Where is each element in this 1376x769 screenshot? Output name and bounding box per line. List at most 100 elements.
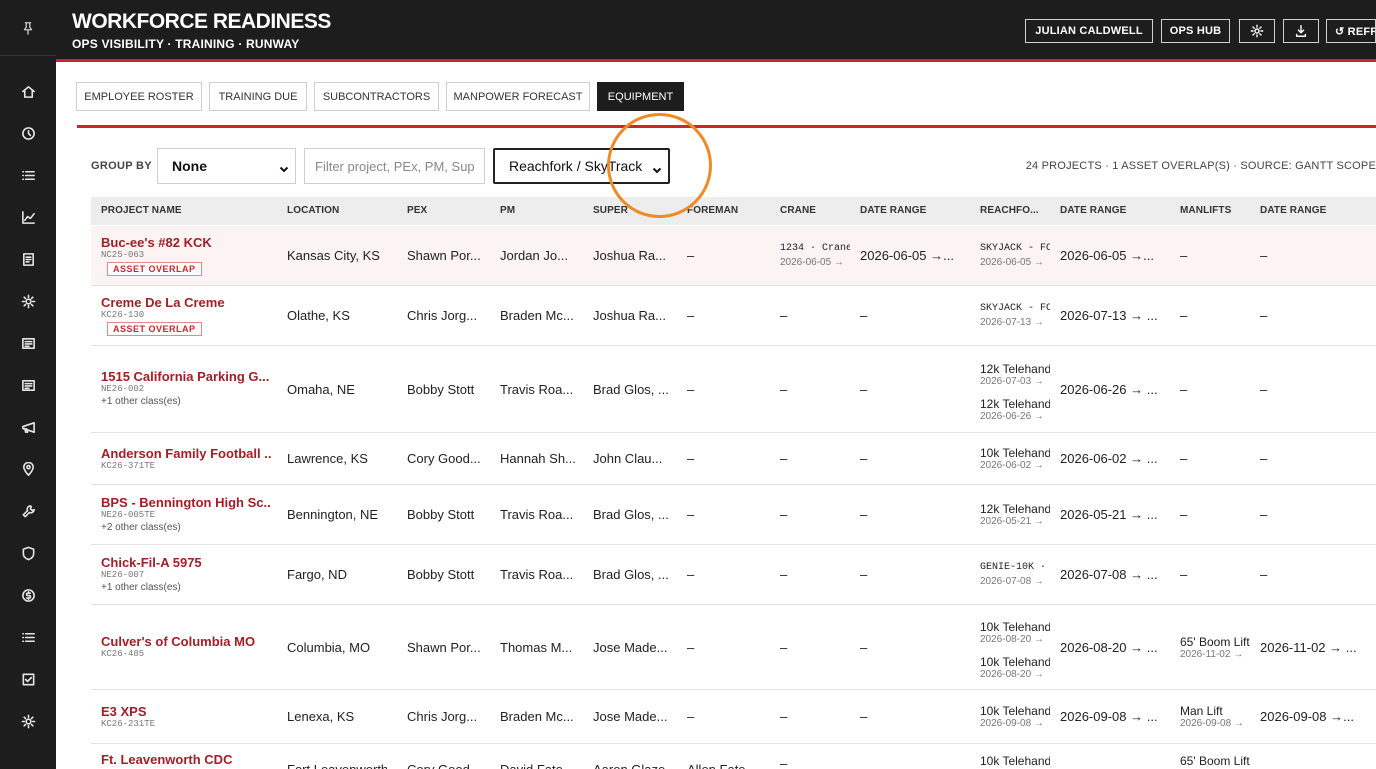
gear-icon-2[interactable] bbox=[0, 709, 56, 733]
megaphone-icon[interactable] bbox=[0, 415, 56, 439]
gear-icon bbox=[1250, 24, 1264, 38]
project-name[interactable]: Buc-ee's #82 KCK bbox=[101, 235, 271, 250]
reachfork-asset[interactable]: 10k Telehandler bbox=[980, 446, 1050, 460]
project-name[interactable]: Chick-Fil-A 5975 bbox=[101, 555, 271, 570]
user-button[interactable]: JULIAN CALDWELL bbox=[1025, 19, 1153, 43]
table-row[interactable]: Chick-Fil-A 5975 NE26-007 +1 other class(e… bbox=[91, 545, 1376, 605]
tab-equipment[interactable]: EQUIPMENT bbox=[597, 82, 684, 111]
col-header-crane[interactable]: CRANE bbox=[780, 205, 816, 216]
dollar-icon[interactable] bbox=[0, 583, 56, 607]
wrench-icon[interactable] bbox=[0, 499, 56, 523]
download-button[interactable] bbox=[1283, 19, 1319, 43]
tab-underline bbox=[77, 125, 1376, 128]
refresh-button[interactable]: ↺ REFRESH bbox=[1326, 19, 1376, 43]
table-row[interactable]: Culver's of Columbia MO KC26-485 Columbia,… bbox=[91, 605, 1376, 690]
super-cell: Joshua Ra... bbox=[593, 308, 666, 323]
pex-cell: Shawn Por... bbox=[407, 248, 481, 263]
news-icon[interactable] bbox=[0, 331, 56, 355]
col-header-reachfork[interactable]: REACHFO... bbox=[980, 205, 1039, 216]
reachfork-asset-dates: 2026-08-20 → bbox=[980, 669, 1044, 680]
list-icon-2[interactable] bbox=[0, 625, 56, 649]
manlift-asset[interactable]: 65' Boom Lift bbox=[1180, 635, 1250, 649]
foreman-cell: – bbox=[687, 567, 695, 582]
table-row[interactable]: Buc-ee's #82 KCK NC25-063 ASSET OVERLAP Kan… bbox=[91, 226, 1376, 286]
reachfork-asset[interactable]: 12k Telehandler bbox=[980, 362, 1050, 376]
chevron-down-icon bbox=[652, 162, 662, 174]
tab-training-due[interactable]: TRAINING DUE bbox=[209, 82, 307, 111]
col-header-reachfork-date-range[interactable]: DATE RANGE bbox=[1060, 205, 1126, 216]
ops-hub-button[interactable]: OPS HUB bbox=[1161, 19, 1230, 43]
reachfork-asset[interactable]: SKYJACK - FORK bbox=[980, 303, 1050, 314]
table-row[interactable]: Anderson Family Football ... KC26-371TE La… bbox=[91, 433, 1376, 485]
crane-empty: – bbox=[780, 382, 788, 397]
chart-icon[interactable] bbox=[0, 205, 56, 229]
group-by-select[interactable]: None bbox=[157, 148, 296, 184]
manlift-asset[interactable]: Man Lift bbox=[1180, 704, 1250, 718]
project-name[interactable]: Culver's of Columbia MO bbox=[101, 634, 271, 649]
reachfork-asset[interactable]: GENIE-10K · 1 bbox=[980, 562, 1050, 573]
shield-icon[interactable] bbox=[0, 541, 56, 565]
download-icon bbox=[1295, 25, 1307, 37]
tab-manpower-forecast[interactable]: MANPOWER FORECAST bbox=[446, 82, 590, 111]
col-header-pm[interactable]: PM bbox=[500, 205, 515, 216]
manlift-date-range: 2026-09-08 →... bbox=[1260, 709, 1354, 724]
clock-icon[interactable] bbox=[0, 121, 56, 145]
other-class-note: +1 other class(es) bbox=[101, 582, 181, 593]
asset-overlap-badge: ASSET OVERLAP bbox=[107, 322, 202, 336]
location-pin-icon[interactable] bbox=[0, 457, 56, 481]
tab-subcontractors[interactable]: SUBCONTRACTORS bbox=[314, 82, 439, 111]
home-icon[interactable] bbox=[0, 79, 56, 103]
pex-cell: Bobby Stott bbox=[407, 507, 475, 522]
project-name[interactable]: Creme De La Creme bbox=[101, 295, 271, 310]
manlift-empty: – bbox=[1180, 507, 1188, 522]
col-header-crane-date-range[interactable]: DATE RANGE bbox=[860, 205, 926, 216]
manlift-date-range: 2026-11-02 → ... bbox=[1260, 640, 1357, 655]
project-name[interactable]: Ft. Leavenworth CDC bbox=[101, 752, 271, 767]
document-icon[interactable] bbox=[0, 247, 56, 271]
pin-icon[interactable] bbox=[0, 0, 56, 56]
reachfork-asset-dates: 2026-06-05 → bbox=[980, 257, 1044, 268]
table-row[interactable]: E3 XPS KC26-231TE Lenexa, KS Chris Jorg... B… bbox=[91, 690, 1376, 744]
crane-asset[interactable]: 1234 · Crane bbox=[780, 243, 850, 254]
reachfork-asset[interactable]: 12k Telehandler bbox=[980, 397, 1050, 411]
group-by-label: GROUP BY bbox=[91, 160, 152, 172]
table-row[interactable]: Ft. Leavenworth CDC Fort Leavenworth, KS C… bbox=[91, 744, 1376, 769]
list-icon[interactable] bbox=[0, 163, 56, 187]
reachfork-asset[interactable]: 10k Telehandler bbox=[980, 620, 1050, 634]
table-row[interactable]: Creme De La Creme KC26-130 ASSET OVERLAP Ol… bbox=[91, 286, 1376, 346]
reachfork-asset[interactable]: SKYJACK - FORK bbox=[980, 243, 1050, 254]
project-name[interactable]: E3 XPS bbox=[101, 704, 271, 719]
news-icon-2[interactable] bbox=[0, 373, 56, 397]
reachfork-asset[interactable]: 10k Telehandler bbox=[980, 754, 1050, 768]
col-header-manlifts[interactable]: MANLIFTS bbox=[1180, 205, 1231, 216]
location-cell: Fort Leavenworth, KS bbox=[287, 762, 387, 769]
tab-employee-roster[interactable]: EMPLOYEE ROSTER bbox=[76, 82, 202, 111]
super-cell: Jose Made... bbox=[593, 640, 668, 655]
pm-cell: Travis Roa... bbox=[500, 567, 574, 582]
manlift-empty: – bbox=[1180, 567, 1188, 582]
gear-icon[interactable] bbox=[0, 289, 56, 313]
table-row[interactable]: BPS - Bennington High Sc... NE26-005TE +2 … bbox=[91, 485, 1376, 545]
filter-input[interactable] bbox=[304, 148, 485, 184]
pex-cell: Bobby Stott bbox=[407, 567, 475, 582]
checkbox-icon[interactable] bbox=[0, 667, 56, 691]
project-name[interactable]: BPS - Bennington High Sc... bbox=[101, 495, 271, 510]
col-header-pex[interactable]: PEX bbox=[407, 205, 427, 216]
reachfork-asset[interactable]: 10k Telehandler bbox=[980, 704, 1050, 718]
crane-empty: – bbox=[780, 451, 788, 466]
reachfork-asset[interactable]: 10k Telehandler bbox=[980, 655, 1050, 669]
col-header-super[interactable]: SUPER bbox=[593, 205, 628, 216]
project-name[interactable]: 1515 California Parking G... bbox=[101, 369, 271, 384]
col-header-location[interactable]: LOCATION bbox=[287, 205, 339, 216]
settings-button[interactable] bbox=[1239, 19, 1275, 43]
col-header-project-name[interactable]: PROJECT NAME bbox=[101, 205, 182, 216]
project-code: KC26-485 bbox=[101, 649, 145, 659]
manlift-date-range: – bbox=[1260, 382, 1268, 397]
reachfork-asset[interactable]: 12k Telehandler bbox=[980, 502, 1050, 516]
equipment-class-select[interactable]: Reachfork / SkyTrack bbox=[493, 148, 670, 184]
manlift-asset[interactable]: 65' Boom Lift bbox=[1180, 754, 1250, 768]
project-name[interactable]: Anderson Family Football ... bbox=[101, 446, 271, 461]
col-header-manlift-date-range[interactable]: DATE RANGE bbox=[1260, 205, 1326, 216]
table-row[interactable]: 1515 California Parking G... NE26-002 +1 o… bbox=[91, 346, 1376, 433]
col-header-foreman[interactable]: FOREMAN bbox=[687, 205, 738, 216]
